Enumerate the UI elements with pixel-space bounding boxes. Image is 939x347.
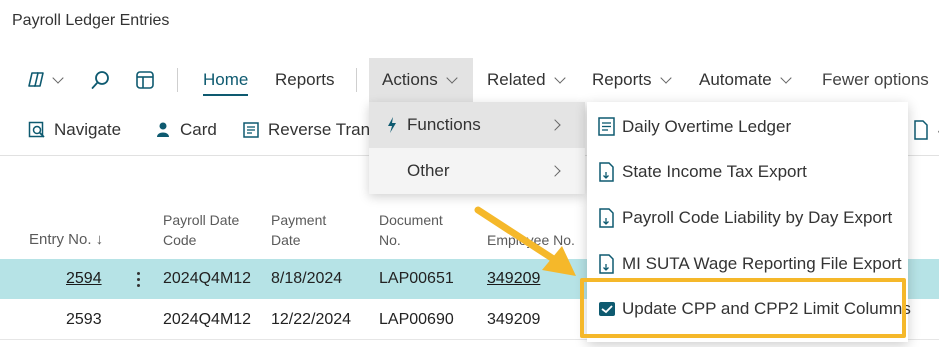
header-payroll-date-code-line1: Payroll Date: [163, 212, 240, 228]
submenu-item-other[interactable]: Other: [369, 148, 585, 194]
app-switch-button[interactable]: [26, 58, 64, 102]
document-export-icon: [912, 120, 930, 140]
card-button[interactable]: Card: [154, 104, 217, 156]
header-document-no-line1: Document: [379, 212, 443, 228]
chevron-right-icon: [549, 119, 561, 131]
menu-related-label: Related: [487, 70, 546, 89]
fewer-options-button[interactable]: Fewer options: [822, 58, 929, 102]
reverse-transaction-button[interactable]: Reverse Trans: [242, 104, 370, 156]
menu-reports[interactable]: Reports: [592, 58, 672, 102]
document-export-icon: [599, 208, 614, 228]
flyout-item-daily-overtime-ledger[interactable]: Daily Overtime Ledger: [587, 104, 908, 150]
active-tab-underline: [203, 94, 249, 96]
chevron-down-icon: [780, 71, 792, 84]
ribbon-divider: [177, 68, 178, 92]
header-document-no-line2: No.: [379, 232, 401, 248]
cell-payment-date: 12/22/2024: [271, 311, 352, 328]
highlight-box: [580, 278, 906, 338]
header-payment-date-line2: Date: [271, 232, 301, 248]
tab-home[interactable]: Home: [203, 58, 249, 102]
navigate-button[interactable]: Navigate: [28, 104, 121, 156]
menu-reports-label: Reports: [592, 70, 652, 89]
ribbon-divider: [356, 68, 357, 92]
page-title: Payroll Ledger Entries: [12, 12, 170, 29]
lightning-icon: [388, 117, 396, 133]
header-entry-no[interactable]: Entry No. ↓: [29, 230, 103, 250]
cell-payroll-date-code: 2024Q4M12: [163, 311, 252, 328]
ribbon: Home Reports Actions Related Reports Aut…: [0, 58, 939, 102]
callout-arrow-icon: [474, 206, 576, 276]
flyout-item-label: Payroll Code Liability by Day Export: [622, 208, 893, 227]
cell-document-no: LAP00651: [379, 270, 454, 287]
header-payroll-date-code[interactable]: Payroll Date Code: [163, 210, 239, 250]
flyout-item-label: Daily Overtime Ledger: [622, 117, 792, 136]
chevron-down-icon: [52, 71, 64, 84]
menu-automate[interactable]: Automate: [699, 58, 792, 102]
app-icon: [28, 72, 44, 87]
row-more-options-icon[interactable]: [132, 269, 144, 289]
cell-document-no: LAP00690: [379, 311, 454, 328]
navigate-icon: [28, 121, 46, 139]
cell-entry-no[interactable]: 2594: [66, 259, 102, 299]
submenu-item-functions[interactable]: Functions: [369, 102, 585, 148]
submenu-other-label: Other: [407, 161, 450, 180]
header-payment-date-line1: Payment: [271, 212, 327, 228]
flyout-item-label: MI SUTA Wage Reporting File Export: [622, 254, 902, 273]
chevron-right-icon: [549, 165, 561, 177]
tab-reports[interactable]: Reports: [275, 58, 335, 102]
export-button[interactable]: 4: [912, 104, 939, 156]
submenu-functions-label: Functions: [407, 115, 481, 134]
header-document-no[interactable]: Document No.: [379, 210, 443, 250]
cell-entry-no: 2593: [66, 311, 102, 328]
cell-employee-no: 349209: [487, 311, 541, 328]
header-payroll-date-code-line2: Code: [163, 232, 197, 248]
navigate-label: Navigate: [54, 120, 122, 139]
layout-button[interactable]: [135, 58, 155, 102]
ledger-report-icon: [598, 117, 615, 136]
document-export-icon: [599, 254, 614, 274]
chevron-down-icon: [553, 71, 566, 84]
menu-related[interactable]: Related: [487, 58, 566, 102]
reverse-transaction-label: Reverse Trans: [268, 120, 370, 139]
flyout-item-state-income-tax-export[interactable]: State Income Tax Export: [587, 149, 908, 195]
actions-submenu: Functions Other: [369, 102, 585, 194]
header-payment-date[interactable]: Payment Date: [271, 210, 326, 250]
flyout-item-label: State Income Tax Export: [622, 162, 807, 181]
layout-icon: [136, 71, 154, 89]
chevron-down-icon: [446, 71, 458, 84]
card-label: Card: [180, 120, 217, 139]
menu-actions-label: Actions: [382, 70, 438, 89]
person-icon: [154, 121, 172, 139]
cell-payroll-date-code: 2024Q4M12: [163, 270, 252, 287]
flyout-item-payroll-code-liability-export[interactable]: Payroll Code Liability by Day Export: [587, 195, 908, 241]
search-button[interactable]: [90, 58, 112, 102]
fewer-options-label: Fewer options: [822, 70, 929, 89]
cell-payment-date: 8/18/2024: [271, 270, 343, 287]
document-export-icon: [599, 162, 614, 182]
menu-actions[interactable]: Actions: [382, 58, 458, 102]
menu-automate-label: Automate: [699, 70, 772, 89]
tab-reports-label: Reports: [275, 70, 335, 89]
search-icon: [91, 71, 109, 89]
chevron-down-icon: [659, 71, 672, 84]
tab-home-label: Home: [203, 70, 249, 89]
reverse-icon: [242, 121, 260, 139]
entry-no-link[interactable]: 2594: [66, 270, 102, 288]
